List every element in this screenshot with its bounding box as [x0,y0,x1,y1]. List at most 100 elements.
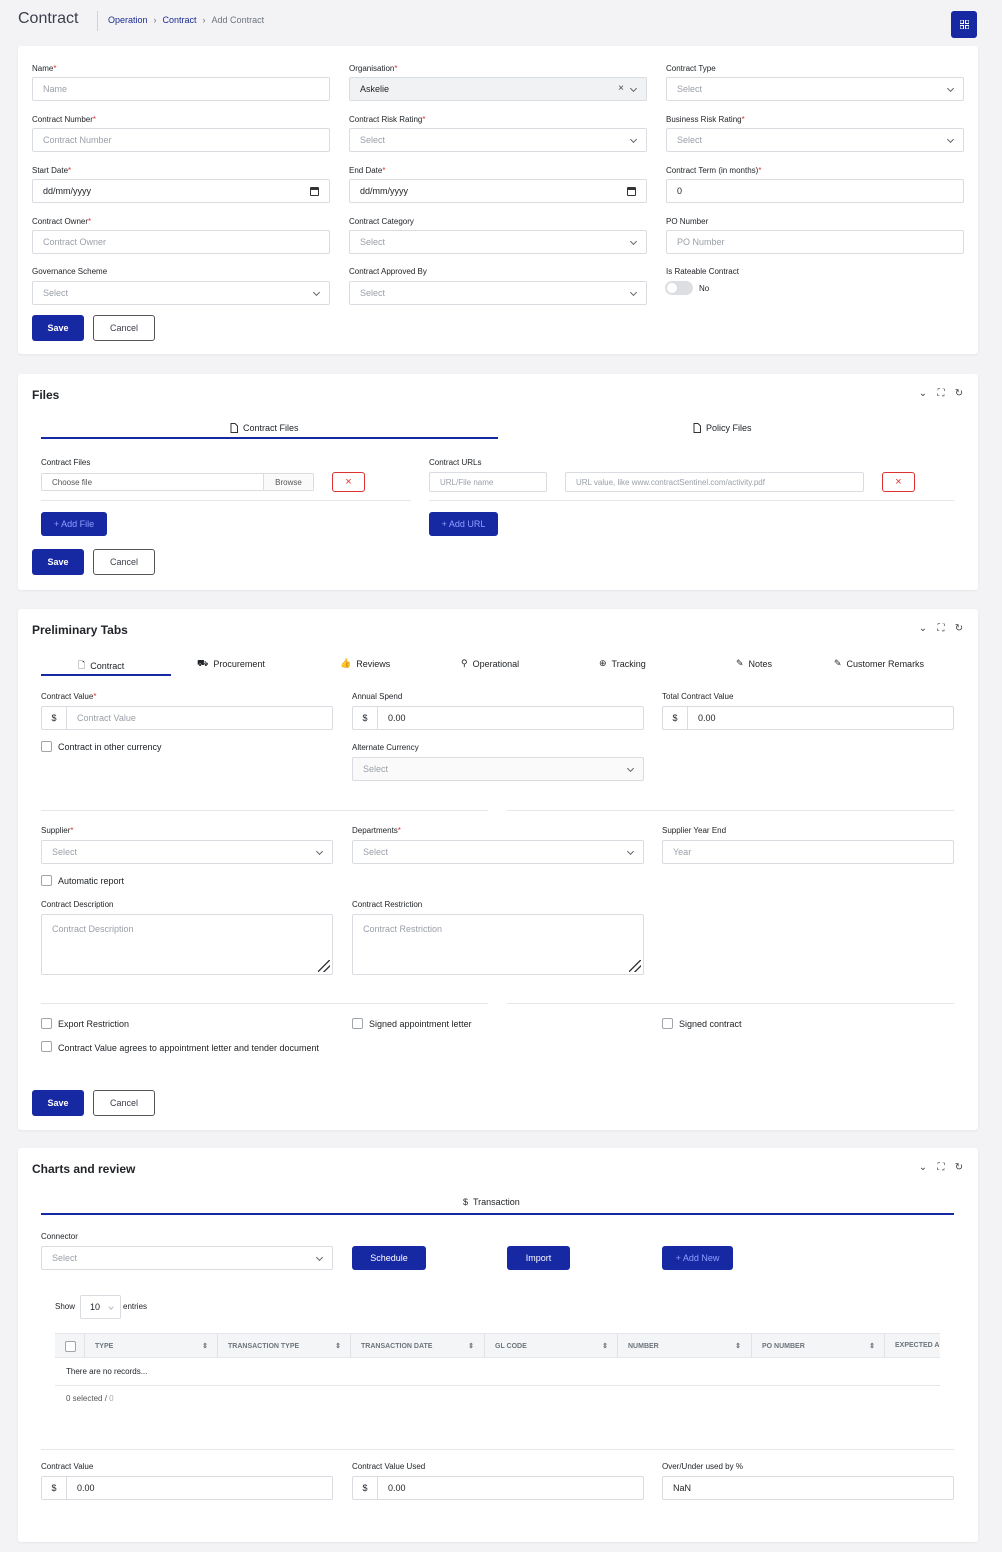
contract-owner-input[interactable]: Contract Owner [32,230,330,254]
cancel-button[interactable]: Cancel [93,1090,155,1116]
column-header-number[interactable]: NUMBER ⇕ [628,1342,741,1351]
organisation-select[interactable]: Askelie × [349,77,647,101]
contract-number-input[interactable]: Contract Number [32,128,330,152]
expand-icon[interactable]: ⛶ [936,389,946,399]
refresh-icon[interactable]: ↻ [954,624,964,634]
resize-handle[interactable] [318,960,330,972]
tab-operational[interactable]: ⚲ Operational [461,658,519,669]
contract-approved-by-select[interactable]: Select [349,281,647,305]
departments-select[interactable]: Select [352,840,644,864]
add-new-button[interactable]: + Add New [662,1246,733,1270]
tab-customer-remarks[interactable]: ✎ Customer Remarks [834,658,924,669]
contract-restriction-textarea[interactable]: Contract Restriction [352,914,644,975]
is-rateable-toggle[interactable] [665,281,693,295]
expand-icon[interactable]: ⛶ [936,624,946,634]
active-tab-underline [41,1213,954,1215]
supplier-select[interactable]: Select [41,840,333,864]
column-header-gl-code[interactable]: GL CODE ⇕ [495,1342,608,1351]
file-input[interactable]: Choose file Browse [41,473,314,491]
save-button[interactable]: Save [32,315,84,341]
contract-category-select[interactable]: Select [349,230,647,254]
collapse-icon[interactable]: ⌄ [918,389,928,399]
sort-icon: ⇕ [735,1343,741,1350]
other-currency-checkbox[interactable] [41,741,52,752]
collapse-icon[interactable]: ⌄ [918,1163,928,1173]
end-date-input[interactable]: dd/mm/yyyy [349,179,647,203]
automatic-report-checkbox[interactable] [41,875,52,886]
tab-policy-files[interactable]: Policy Files [693,423,752,433]
cancel-button[interactable]: Cancel [93,315,155,341]
supplier-year-end-input[interactable]: Year [662,840,954,864]
po-number-input[interactable]: PO Number [666,230,964,254]
contract-value-input[interactable]: $ Contract Value [41,706,333,730]
connector-label: Connector [41,1232,78,1241]
calendar-icon[interactable] [310,187,319,196]
annual-spend-input[interactable]: $0.00 [352,706,644,730]
value-agrees-checkbox[interactable] [41,1041,52,1052]
save-button[interactable]: Save [32,549,84,575]
sort-icon: ⇕ [468,1343,474,1350]
breadcrumb-operation[interactable]: Operation [108,15,148,25]
tab-label: Tracking [611,658,646,669]
contract-type-select[interactable]: Select [666,77,964,101]
refresh-icon[interactable]: ↻ [954,1163,964,1173]
contract-risk-rating-select[interactable]: Select [349,128,647,152]
tab-contract-files[interactable]: Contract Files [230,423,299,433]
add-url-button[interactable]: + Add URL [429,512,498,536]
entries-select[interactable]: 10 [80,1295,121,1319]
contract-value-used-output: $0.00 [352,1476,644,1500]
supplier-label: Supplier* [41,826,74,835]
column-header-type[interactable]: TYPE ⇕ [95,1342,208,1351]
remove-file-button[interactable]: × [332,472,365,492]
signed-contract-checkbox[interactable] [662,1018,673,1029]
total-contract-value-input[interactable]: $0.00 [662,706,954,730]
column-header-po-number[interactable]: PO NUMBER ⇕ [762,1342,875,1351]
contract-approved-by-label: Contract Approved By [349,267,427,276]
sort-icon: ⇕ [202,1343,208,1350]
column-header-transaction-type[interactable]: TRANSACTION TYPE ⇕ [228,1342,341,1351]
name-input[interactable]: Name [32,77,330,101]
expand-icon[interactable]: ⛶ [936,1163,946,1173]
collapse-icon[interactable]: ⌄ [918,624,928,634]
connector-select[interactable]: Select [41,1246,333,1270]
sort-icon: ⇕ [869,1343,875,1350]
select-all-checkbox[interactable] [65,1341,76,1352]
calendar-icon[interactable] [627,187,636,196]
contract-term-label: Contract Term (in months)* [666,166,762,175]
grid-menu-button[interactable] [951,11,977,38]
breadcrumb-separator: › [202,15,206,25]
save-button[interactable]: Save [32,1090,84,1116]
contract-owner-label: Contract Owner* [32,217,92,226]
entries-label: entries [123,1302,148,1311]
import-button[interactable]: Import [507,1246,570,1270]
export-restriction-checkbox[interactable] [41,1018,52,1029]
column-header-transaction-date[interactable]: TRANSACTION DATE ⇕ [361,1342,474,1351]
cancel-button[interactable]: Cancel [93,549,155,575]
signed-appointment-checkbox[interactable] [352,1018,363,1029]
tab-tracking[interactable]: ⊕ Tracking [599,658,646,669]
contract-type-label: Contract Type [666,64,716,73]
contract-description-textarea[interactable]: Contract Description [41,914,333,975]
tab-contract[interactable]: 🗋 Contract [78,658,124,674]
governance-scheme-select[interactable]: Select [32,281,330,305]
browse-button[interactable]: Browse [263,474,313,490]
tab-procurement[interactable]: ⛟ Procurement [197,658,265,670]
tab-label: Notes [748,658,773,669]
alternate-currency-select[interactable]: Select [352,757,644,781]
resize-handle[interactable] [629,960,641,972]
clear-icon[interactable]: × [618,83,624,94]
schedule-button[interactable]: Schedule [352,1246,426,1270]
tab-transaction[interactable]: $ Transaction [463,1197,520,1207]
start-date-input[interactable]: dd/mm/yyyy [32,179,330,203]
add-file-button[interactable]: + Add File [41,512,107,536]
url-value-input[interactable]: URL value, like www.contractSentinel.com… [565,472,864,492]
column-header-expected[interactable]: EXPECTED A [895,1342,939,1349]
tab-reviews[interactable]: 👍 Reviews [340,658,390,669]
breadcrumb-contract[interactable]: Contract [163,15,197,25]
refresh-icon[interactable]: ↻ [954,389,964,399]
business-risk-rating-select[interactable]: Select [666,128,964,152]
tab-notes[interactable]: ✎ Notes [736,658,772,669]
url-name-input[interactable]: URL/File name [429,472,547,492]
remove-url-button[interactable]: × [882,472,915,492]
contract-term-input[interactable]: 0 [666,179,964,203]
